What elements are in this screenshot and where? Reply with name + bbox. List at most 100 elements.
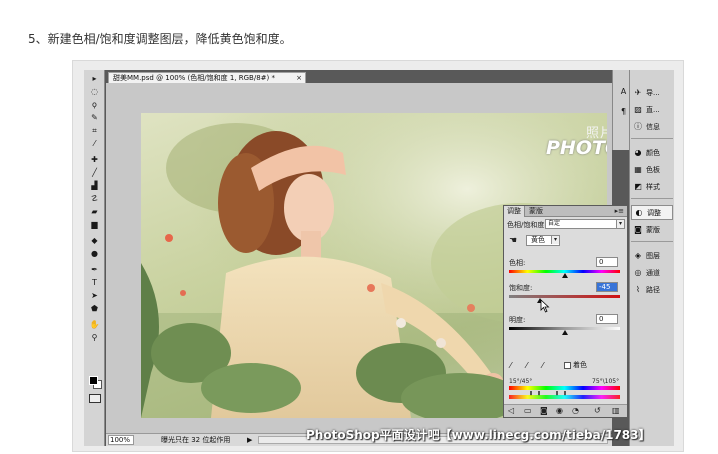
color-icon: ◕ — [634, 148, 642, 157]
dock-item-label: 样式 — [646, 182, 660, 191]
zoom-tool-icon[interactable]: ⚲ — [87, 332, 102, 343]
hue-input[interactable]: 0 — [596, 257, 618, 267]
tools-panel: ▸ ◌ ϙ ✎ ⌗ ⁄ ✚ ╱ ▟ ☡ ▰ ▆ ◆ ● ✒ T ➤ ⬟ ✋ ⚲ — [84, 70, 105, 446]
preset-select[interactable]: 自定 ▾ — [545, 219, 625, 229]
mouse-pointer-icon — [540, 299, 550, 313]
photoshop-window: ▸ ◌ ϙ ✎ ⌗ ⁄ ✚ ╱ ▟ ☡ ▰ ▆ ◆ ● ✒ T ➤ ⬟ ✋ ⚲ 甜美MM.psd @ 100% (色相… — [84, 70, 674, 446]
channels-icon: ◎ — [634, 268, 642, 277]
target-adjust-hand-icon[interactable]: ☚ — [509, 236, 517, 246]
document-title: 甜美MM.psd @ 100% (色相/饱和度 1, RGB/8#) * — [113, 74, 275, 82]
histogram-icon: ▨ — [634, 105, 642, 114]
zoom-level-field[interactable]: 100% — [108, 435, 134, 445]
saturation-input[interactable]: -45 — [596, 282, 618, 292]
dock-item-swatches[interactable]: ▦ 色板 — [631, 162, 673, 177]
adjustments-panel: 调整 蒙版 ▸≡ 色相/饱和度 自定 ▾ ☚ 黄色 ▾ 色相: 0 饱和度: -… — [503, 205, 628, 418]
eraser-tool-icon[interactable]: ▰ — [87, 206, 102, 217]
masks-icon: ◙ — [634, 225, 642, 234]
hue-label: 色相: — [509, 259, 526, 267]
color-range-select[interactable]: 黄色 ▾ — [526, 235, 560, 246]
panel-menu-icon[interactable]: ▸≡ — [615, 206, 624, 216]
expand-view-icon[interactable]: ▭ — [524, 407, 532, 415]
status-info-text: 曝光只在 32 位起作用 — [161, 436, 231, 444]
hand-tool-icon[interactable]: ✋ — [87, 319, 102, 330]
close-icon[interactable]: × — [296, 73, 302, 83]
previous-state-icon[interactable]: ◔ — [572, 407, 579, 415]
nav-icon: ✈ — [634, 88, 642, 97]
reset-icon[interactable]: ↺ — [594, 407, 601, 415]
eyedropper-icon[interactable]: ⁄ — [510, 361, 511, 370]
range-right-readout: 75°\105° — [592, 378, 620, 385]
healing-tool-icon[interactable]: ✚ — [87, 154, 102, 165]
adjustments-tab-bar: 调整 蒙版 ▸≡ — [504, 206, 627, 217]
move-tool-icon[interactable]: ▸ — [87, 73, 102, 84]
dock-item-label: 蒙版 — [646, 225, 660, 234]
dock-separator — [631, 241, 673, 242]
dock-item-label: 调整 — [647, 208, 661, 217]
stamp-tool-icon[interactable]: ▟ — [87, 180, 102, 191]
hue-slider-thumb[interactable] — [561, 273, 568, 278]
crop-tool-icon[interactable]: ⌗ — [87, 125, 102, 136]
lightness-slider-thumb[interactable] — [561, 330, 568, 335]
history-brush-tool-icon[interactable]: ☡ — [87, 193, 102, 204]
paths-icon: ⌇ — [636, 285, 640, 294]
colorize-checkbox[interactable] — [564, 362, 571, 369]
pen-tool-icon[interactable]: ✒ — [87, 264, 102, 275]
foreground-color-swatch[interactable] — [89, 376, 98, 385]
dock-item-paths[interactable]: ⌇ 路径 — [631, 282, 673, 297]
chevron-down-icon: ▾ — [551, 236, 559, 244]
dock-item-adjustments[interactable]: ◐ 调整 — [631, 205, 673, 220]
brush-tool-icon[interactable]: ╱ — [87, 167, 102, 178]
eyedropper-tool-icon[interactable]: ⁄ — [87, 138, 102, 149]
dock-item-label: 通道 — [646, 268, 660, 277]
styles-icon: ◩ — [634, 182, 642, 191]
visibility-icon[interactable]: ◉ — [556, 407, 563, 415]
dock-item-label: 路径 — [646, 285, 660, 294]
adjustments-icon: ◐ — [635, 208, 643, 217]
dock-item-label: 颜色 — [646, 148, 660, 157]
color-range-value: 黄色 — [531, 236, 545, 244]
quick-select-tool-icon[interactable]: ✎ — [87, 112, 102, 123]
type-tool-icon[interactable]: T — [87, 277, 102, 288]
marquee-tool-icon[interactable]: ◌ — [87, 86, 102, 97]
shape-tool-icon[interactable]: ⬟ — [87, 303, 102, 314]
tab-masks[interactable]: 蒙版 — [526, 206, 546, 217]
dock-item-label: 信息 — [646, 122, 660, 131]
lightness-label: 明度: — [509, 316, 526, 324]
blur-tool-icon[interactable]: ◆ — [87, 235, 102, 246]
quick-mask-button[interactable] — [89, 394, 101, 403]
dock-item-info[interactable]: ⓘ 信息 — [631, 119, 673, 134]
dock-item-color[interactable]: ◕ 颜色 — [631, 145, 673, 160]
layers-icon: ◈ — [634, 251, 642, 260]
dock-item-styles[interactable]: ◩ 样式 — [631, 179, 673, 194]
output-spectrum-bar — [509, 395, 620, 399]
chevron-down-icon: ▾ — [616, 220, 624, 228]
dock-item-navigator[interactable]: ✈ 导... — [631, 85, 673, 100]
dock-item-histogram[interactable]: ▨ 直... — [631, 102, 673, 117]
source-watermark: PhotoShop平面设计吧【www.linecg.com/tieba/1783… — [306, 428, 651, 442]
tab-adjustments[interactable]: 调整 — [504, 206, 525, 217]
document-tab[interactable]: 甜美MM.psd @ 100% (色相/饱和度 1, RGB/8#) * × — [108, 72, 306, 83]
lightness-input[interactable]: 0 — [596, 314, 618, 324]
clip-layer-icon[interactable]: ◙ — [540, 407, 548, 415]
dock-panel-column: ✈ 导... ▨ 直... ⓘ 信息 ◕ 颜色 ▦ 色板 ◩ 样式 ◐ 调整 ◙ 蒙版 ◈ 图层 ◎ 通道 ⌇ 路径 — [629, 70, 674, 446]
dock-collapsed-column: A ¶ — [612, 70, 629, 150]
saturation-gradient-bar — [509, 295, 620, 298]
dock-item-layers[interactable]: ◈ 图层 — [631, 248, 673, 263]
dock-item-channels[interactable]: ◎ 通道 — [631, 265, 673, 280]
colorize-label: 着色 — [573, 361, 587, 369]
dock-item-masks[interactable]: ◙ 蒙版 — [631, 222, 673, 237]
eyedropper-minus-icon[interactable]: ⁄ — [542, 361, 543, 370]
dock-separator — [631, 198, 673, 199]
dock-item-label: 导... — [646, 88, 660, 97]
status-menu-arrow[interactable]: ▶ — [247, 434, 252, 446]
eyedropper-plus-icon[interactable]: ⁄ — [526, 361, 527, 370]
dodge-tool-icon[interactable]: ● — [87, 248, 102, 259]
preset-value: 自定 — [548, 220, 561, 227]
canvas-watermark-en: PHOTOPS.COM — [546, 137, 607, 159]
delete-icon[interactable]: ▥ — [612, 407, 620, 415]
dock-item-label: 色板 — [646, 165, 660, 174]
lasso-tool-icon[interactable]: ϙ — [87, 99, 102, 110]
return-icon[interactable]: ◁ — [508, 407, 514, 415]
gradient-tool-icon[interactable]: ▆ — [87, 219, 102, 230]
path-select-tool-icon[interactable]: ➤ — [87, 290, 102, 301]
